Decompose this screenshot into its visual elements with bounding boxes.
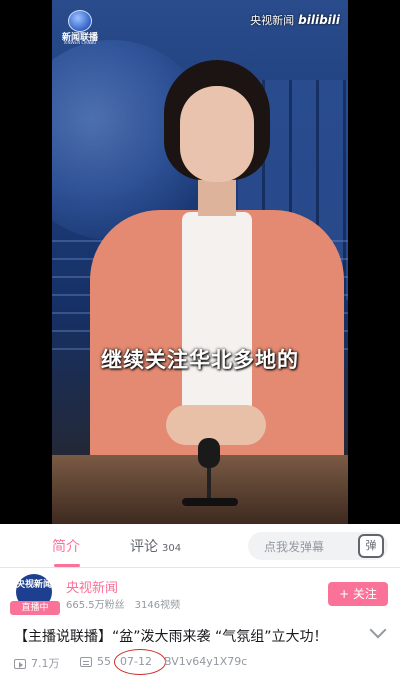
uploader-videos: 3146视频 — [134, 600, 181, 611]
watermark-source: 央视新闻 — [250, 14, 295, 27]
comments-count: 304 — [162, 543, 182, 554]
video-frame[interactable]: 继续关注华北多地的 新闻联播 XINWEN LIANBO 央视新闻 bilibil… — [52, 0, 348, 524]
video-watermark: 央视新闻 bilibili — [250, 12, 340, 28]
danmaku-input[interactable]: 点我发弹幕 弹 — [248, 532, 388, 560]
bvid[interactable]: BV1v64y1X79c — [164, 655, 247, 668]
video-subtitle: 继续关注华北多地的 — [101, 348, 299, 372]
uploader-fans: 665.5万粉丝 — [66, 600, 125, 611]
tab-comments[interactable]: 评论 304 — [130, 536, 181, 556]
danmaku-toggle-icon[interactable]: 弹 — [358, 534, 384, 558]
tab-intro[interactable]: 简介 — [52, 536, 80, 556]
expand-chevron-icon[interactable] — [369, 621, 387, 639]
detail-tabs: 简介 评论 304 点我发弹幕 弹 — [0, 524, 400, 568]
view-count-value: 7.1万 — [31, 657, 60, 670]
anchor-face — [180, 86, 254, 182]
danmaku-count-value: 55 — [97, 655, 111, 668]
follow-button[interactable]: + 关注 — [328, 582, 388, 606]
logo-subtext: XINWEN LIANBO — [63, 40, 97, 45]
xinwen-lianbo-logo: 新闻联播 XINWEN LIANBO — [58, 10, 102, 45]
date-annotation-circle — [114, 649, 166, 675]
bilibili-logo: bilibili — [298, 13, 340, 27]
anchor-blouse — [182, 212, 252, 412]
news-anchor-figure — [82, 60, 344, 500]
avatar-text: 央视新闻 — [16, 580, 52, 590]
video-player[interactable]: 继续关注华北多地的 新闻联播 XINWEN LIANBO 央视新闻 bilibil… — [0, 0, 400, 524]
play-count-icon — [14, 659, 26, 669]
microphone-icon — [198, 438, 220, 468]
view-count: 7.1万 — [14, 655, 60, 671]
uploader-stats: 665.5万粉丝 3146视频 — [66, 596, 190, 611]
danmaku-count-icon — [80, 657, 92, 667]
danmaku-count: 55 — [80, 655, 111, 668]
globe-icon — [68, 10, 92, 32]
anchor-neck — [198, 176, 236, 216]
news-desk — [52, 455, 348, 524]
uploader-name[interactable]: 央视新闻 — [66, 577, 118, 596]
video-title: 【主播说联播】“盆”泼大雨来袭 “气氛组”立大功！ — [14, 629, 328, 645]
live-badge: 直播中 — [10, 601, 60, 615]
tab-comments-label: 评论 — [130, 539, 158, 555]
microphone-base — [182, 498, 238, 506]
danmaku-placeholder: 点我发弹幕 — [264, 540, 325, 554]
active-tab-indicator — [54, 564, 80, 567]
